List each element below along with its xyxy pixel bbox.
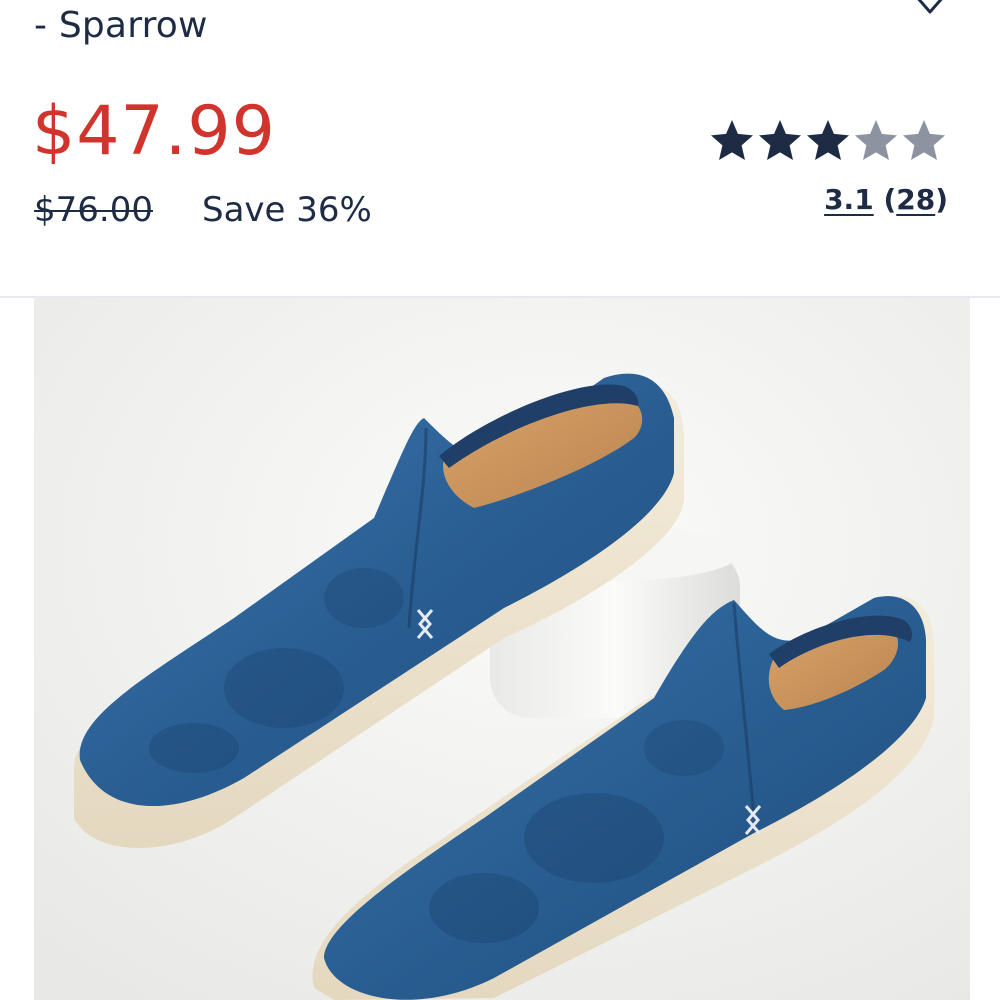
star-icon-empty <box>855 120 897 160</box>
star-rating[interactable] <box>708 116 948 168</box>
rating-close-paren: ) <box>935 183 948 216</box>
star-icon-empty <box>903 120 945 160</box>
product-image[interactable] <box>34 298 970 1000</box>
star-icon-filled <box>759 120 801 160</box>
heart-icon <box>917 0 943 14</box>
rating-average-link[interactable]: 3.1 <box>824 183 874 216</box>
rating-open-paren: ( <box>883 183 897 216</box>
star-icon-filled <box>711 120 753 160</box>
savings-text: Save 36% <box>202 190 372 230</box>
product-detail-page: - Sparrow $47.99 $76.00 Save 36% 3.1 (28… <box>0 0 1000 1000</box>
wishlist-button[interactable] <box>902 0 958 20</box>
sale-price: $47.99 <box>32 92 276 171</box>
denim-slip-on-mule-shoes-image <box>34 298 970 1000</box>
review-count-link[interactable]: 28 <box>896 183 935 216</box>
original-price: $76.00 <box>34 190 153 230</box>
product-title-tail: - Sparrow <box>34 5 208 46</box>
rating-summary: 3.1 (28) <box>818 180 948 220</box>
star-icon-filled <box>807 120 849 160</box>
